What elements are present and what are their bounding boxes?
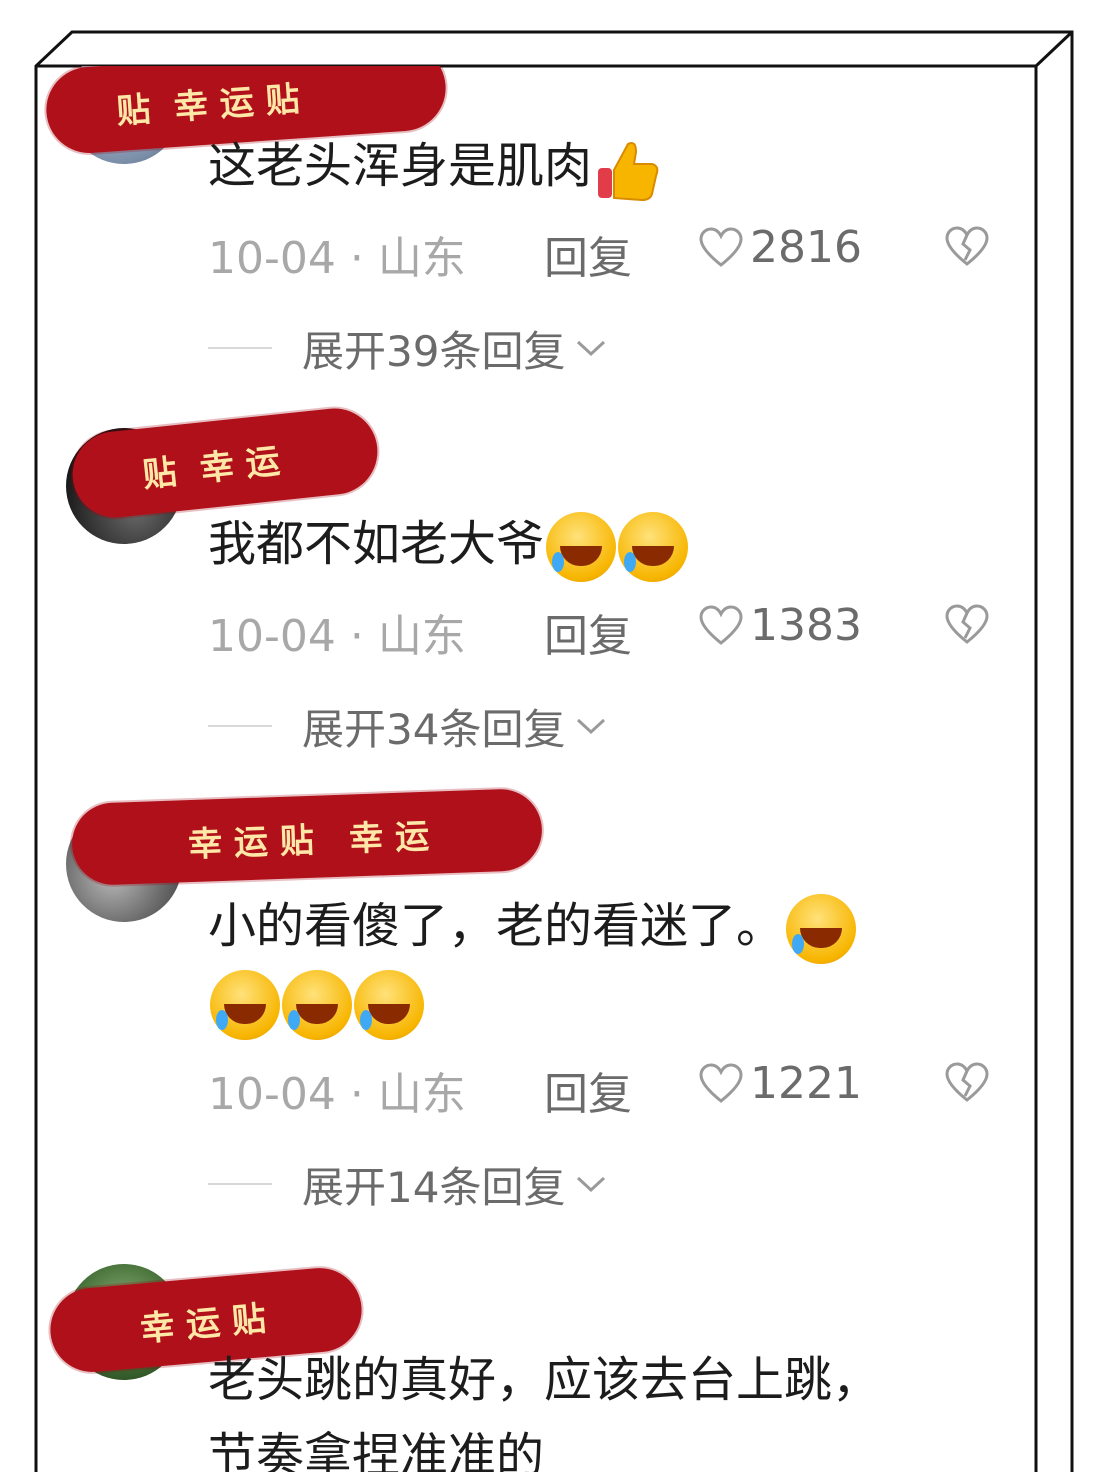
- sticker-overlay: 贴 幸 运: [68, 404, 382, 522]
- expand-label: 展开39条回复: [302, 326, 566, 376]
- like-button[interactable]: 2816: [698, 222, 862, 273]
- sticker-text: 贴 幸 运 贴: [115, 78, 301, 132]
- rofl-emoji-icon: [786, 894, 857, 964]
- divider: [208, 347, 272, 349]
- chevron-down-icon: [577, 1176, 606, 1193]
- expand-replies[interactable]: 展开39条回复: [208, 318, 607, 378]
- comment-text: 小的看傻了，老的看迷了。: [208, 894, 857, 964]
- like-button[interactable]: 1221: [698, 1058, 862, 1109]
- rofl-emoji-icon: [354, 970, 424, 1040]
- sticker-overlay: 幸 运 贴 幸 运: [70, 787, 544, 887]
- like-count: 1383: [750, 600, 862, 651]
- reply-button[interactable]: 回复: [544, 1058, 632, 1122]
- expand-replies[interactable]: 展开14条回复: [208, 1154, 607, 1214]
- rofl-emoji-icon: [618, 512, 689, 582]
- thumbs-up-icon: [592, 134, 662, 204]
- divider: [208, 725, 272, 727]
- heart-outline-icon: [699, 226, 743, 267]
- rofl-emoji-icon: [282, 970, 352, 1040]
- sticker-text: 贴 幸 运: [140, 440, 282, 496]
- broken-heart-icon: [945, 226, 989, 266]
- reply-button[interactable]: 回复: [544, 222, 632, 286]
- rofl-emoji-icon: [546, 512, 617, 582]
- comment-text: 这老头浑身是肌肉: [208, 134, 662, 204]
- chevron-down-icon: [577, 718, 606, 735]
- comment-text: 老头跳的真好，应该去台上跳，: [208, 1352, 881, 1408]
- heart-outline-icon: [699, 1062, 743, 1103]
- divider: [208, 1183, 272, 1185]
- chevron-down-icon: [577, 340, 606, 357]
- dislike-button[interactable]: [944, 226, 990, 279]
- comment-text-continued: 节奏拿捏准准的: [208, 1428, 545, 1472]
- dislike-button[interactable]: [944, 604, 990, 657]
- like-button[interactable]: 1383: [698, 600, 862, 651]
- comment-date-location: 10-04 · 山东: [208, 611, 466, 662]
- expand-label: 展开14条回复: [302, 1162, 566, 1212]
- dislike-button[interactable]: [944, 1062, 990, 1115]
- heart-outline-icon: [699, 604, 743, 645]
- reply-button[interactable]: 回复: [544, 600, 632, 664]
- expand-replies[interactable]: 展开34条回复: [208, 696, 607, 756]
- comment-date-location: 10-04 · 山东: [208, 1069, 466, 1120]
- like-count: 1221: [750, 1058, 862, 1109]
- sticker-text: 幸 运 贴 幸 运: [187, 816, 430, 865]
- broken-heart-icon: [945, 1062, 989, 1102]
- comment-list: 贴 幸 运 贴 这老头浑身是肌肉 10-04 · 山东 回复 2816 展开39…: [36, 66, 1036, 1472]
- rofl-emoji-icon: [210, 970, 280, 1040]
- like-count: 2816: [750, 222, 862, 273]
- expand-label: 展开34条回复: [302, 704, 566, 754]
- sticker-text: 幸 运 贴: [138, 1298, 268, 1350]
- comment-text: 我都不如老大爷: [208, 512, 689, 582]
- broken-heart-icon: [945, 604, 989, 644]
- emoji-row: [208, 970, 424, 1040]
- comment-date-location: 10-04 · 山东: [208, 233, 466, 284]
